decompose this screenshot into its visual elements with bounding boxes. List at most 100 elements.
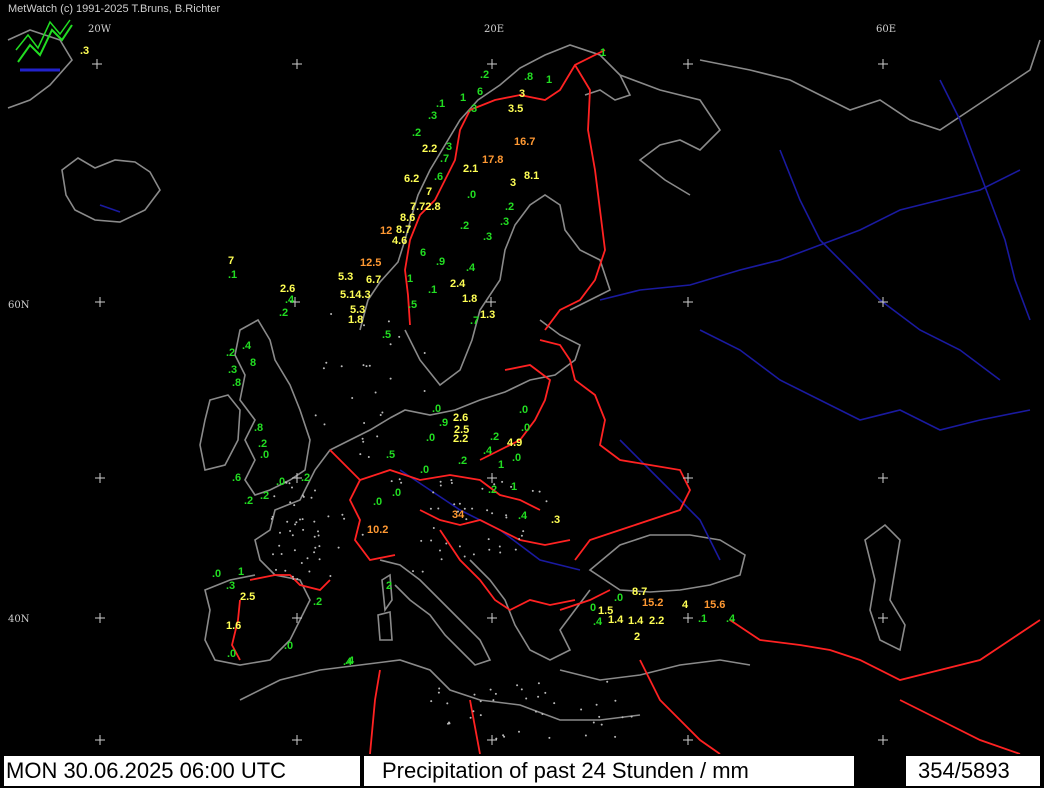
precip-value-label: 15.2 <box>642 597 663 609</box>
station-dot <box>390 480 393 483</box>
station-dot <box>359 453 362 456</box>
precip-value-label: 12.5 <box>360 257 381 269</box>
station-dot <box>481 487 484 490</box>
precip-value-label: .2 <box>505 201 514 213</box>
station-dot <box>295 521 298 524</box>
precip-value-label: .2 <box>490 431 499 443</box>
precip-value-label: 1 <box>238 566 244 578</box>
station-dot <box>488 548 491 551</box>
station-dot <box>493 483 496 486</box>
precip-value-label: .4 <box>483 445 493 457</box>
precip-value-label: 1.4 <box>628 615 644 627</box>
station-dot <box>337 546 340 549</box>
station-dot <box>420 539 423 542</box>
station-dot <box>272 553 274 556</box>
footer-datetime: MON 30.06.2025 06:00 UTC <box>4 756 360 786</box>
station-dot <box>437 507 440 510</box>
station-dot <box>323 423 326 426</box>
station-dot <box>294 523 297 526</box>
station-dot <box>275 568 277 571</box>
station-dot <box>548 736 551 739</box>
station-dot <box>317 534 320 537</box>
precip-value-label: 6 <box>477 86 483 98</box>
station-dot <box>293 504 296 507</box>
station-dot <box>580 708 583 711</box>
station-dot <box>430 700 433 703</box>
precip-value-label: 0 <box>590 602 596 614</box>
station-dot <box>327 515 330 518</box>
station-dot <box>299 518 301 521</box>
precip-value-label: .3 <box>80 45 89 57</box>
precip-value-label: .9 <box>439 417 448 429</box>
precip-value-label: 2.4 <box>450 278 466 290</box>
station-dot <box>458 545 461 548</box>
station-dot <box>389 343 392 346</box>
precip-value-label: 3 <box>519 88 525 100</box>
precip-value-label: .6 <box>434 171 443 183</box>
station-dot <box>437 691 440 694</box>
station-dot <box>429 507 432 510</box>
station-dot <box>438 687 441 690</box>
precip-value-label: .0 <box>467 189 476 201</box>
precip-value-label: 16.7 <box>514 136 535 148</box>
precip-value-label: .0 <box>614 592 623 604</box>
station-dot <box>286 520 289 523</box>
precip-value-label: .3 <box>551 514 560 526</box>
precip-value-label: .4 <box>285 294 295 306</box>
station-dot <box>595 703 598 706</box>
precip-value-label: .1 <box>228 269 237 281</box>
station-dot <box>531 489 534 492</box>
station-dot <box>518 730 520 733</box>
precip-value-label: 1 <box>407 273 413 285</box>
station-dot <box>514 548 517 551</box>
station-dot <box>505 514 508 517</box>
station-dot <box>362 364 365 367</box>
station-dot <box>471 507 474 510</box>
station-dot <box>614 699 617 702</box>
grid-label: 40N <box>8 614 30 625</box>
station-dot <box>520 534 523 537</box>
station-dot <box>343 517 346 520</box>
station-dot <box>421 570 424 573</box>
station-dot <box>314 414 317 417</box>
station-dot <box>446 702 449 705</box>
station-dot <box>469 716 472 719</box>
station-dot <box>537 695 540 698</box>
station-dot <box>535 710 537 713</box>
precip-value-label: 3.5 <box>508 103 523 115</box>
station-dot <box>322 367 325 370</box>
station-dot <box>400 481 403 484</box>
station-dot <box>510 485 513 488</box>
station-dot <box>365 365 368 368</box>
station-dot <box>293 549 296 552</box>
station-dot <box>379 414 382 416</box>
precip-value-label: .2 <box>488 484 497 496</box>
precip-value-label: 2.6 <box>453 412 468 424</box>
grid-label: 60E <box>876 24 896 35</box>
station-dot <box>292 578 295 580</box>
station-dot <box>368 364 371 367</box>
station-dot <box>465 518 468 521</box>
station-dot <box>472 710 475 713</box>
station-dot <box>280 553 283 555</box>
station-dot <box>329 575 332 577</box>
precip-value-label: .4 <box>345 655 355 667</box>
station-dot <box>479 700 482 703</box>
station-dot <box>361 437 364 440</box>
station-dot <box>310 496 313 499</box>
station-dot <box>285 481 288 484</box>
precipitation-map[interactable]: 20W 20E 60E 60N 40N .3 1.2.86 31.1 1.33.5.3… <box>0 0 1044 754</box>
precip-value-label: 5.3 <box>338 271 353 283</box>
station-dot <box>330 313 333 315</box>
station-dot <box>291 486 293 489</box>
precip-value-label: .8 <box>254 422 263 434</box>
precip-value-label: 2 <box>386 580 392 592</box>
station-dot <box>387 320 390 323</box>
station-dot <box>270 517 273 520</box>
precip-value-label: .0 <box>227 648 236 660</box>
station-dot <box>494 692 497 695</box>
station-dot <box>541 713 544 715</box>
station-dot <box>479 714 482 717</box>
precip-value-label: 7 <box>426 186 432 198</box>
precip-value-label: .7 <box>440 153 449 165</box>
